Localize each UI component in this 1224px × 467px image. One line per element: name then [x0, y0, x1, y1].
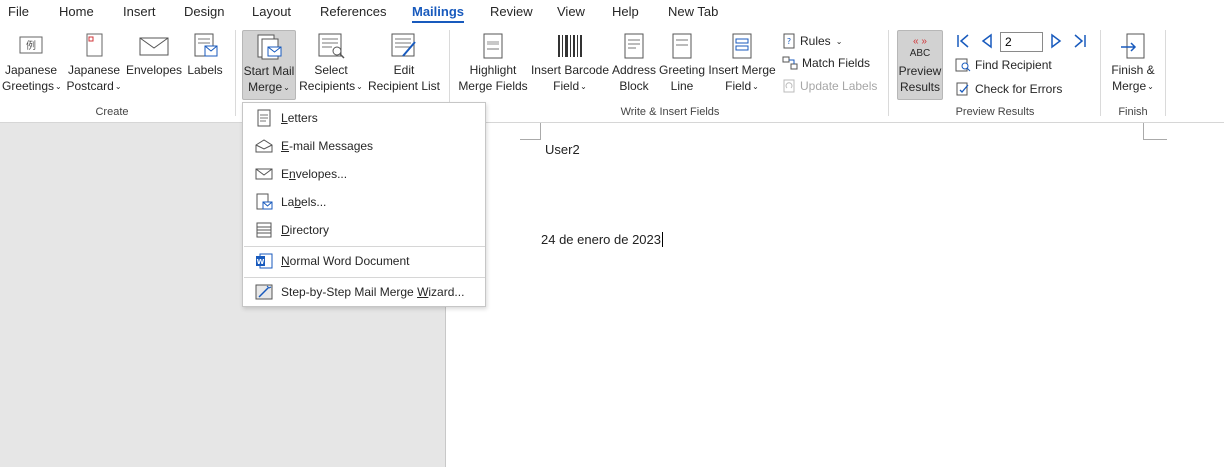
match-fields-icon: [782, 56, 798, 70]
directory-icon: [256, 222, 272, 238]
menu-item-mail-merge-wizard[interactable]: Step-by-Step Mail Merge Wizard...: [243, 279, 485, 305]
group-label-finish: Finish: [1118, 106, 1148, 118]
preview-abc-icon: « » ABC: [909, 36, 931, 59]
menu-item-labels[interactable]: Labels...: [243, 189, 485, 215]
menu-item-envelopes[interactable]: Envelopes...: [243, 161, 485, 187]
menu-item-directory[interactable]: Directory: [243, 217, 485, 243]
select-recipients-button[interactable]: Select Recipients⌄: [297, 32, 365, 95]
tab-layout[interactable]: Layout: [252, 4, 291, 19]
update-labels-button[interactable]: Update Labels: [782, 79, 877, 93]
tab-insert[interactable]: Insert: [123, 4, 156, 19]
rules-button[interactable]: ? Rules ⌄: [782, 33, 842, 49]
find-recipient-button[interactable]: Find Recipient: [955, 58, 1052, 72]
match-fields-button[interactable]: Match Fields: [782, 56, 870, 70]
svg-text:?: ?: [787, 37, 791, 46]
margin-mark: [520, 139, 541, 140]
tab-home[interactable]: Home: [59, 4, 94, 19]
margin-mark: [1143, 123, 1144, 139]
record-number-input[interactable]: [1000, 32, 1043, 52]
previous-record-icon[interactable]: [979, 33, 995, 49]
greeting-line-button[interactable]: Greeting Line: [658, 32, 706, 94]
check-for-errors-icon: [956, 82, 969, 96]
tab-new-tab[interactable]: New Tab: [668, 4, 718, 19]
menu-separator: [244, 277, 485, 278]
rules-icon: ?: [783, 33, 795, 49]
document-page[interactable]: User2 24 de enero de 2023: [445, 123, 1224, 467]
group-separator: [1165, 30, 1166, 116]
date-text: 24 de enero de 2023: [541, 232, 663, 247]
select-recipients-icon: [318, 33, 345, 59]
tab-file[interactable]: File: [8, 4, 29, 19]
menu-item-letters[interactable]: Letters: [243, 105, 485, 131]
edit-recipient-list-icon: [391, 33, 416, 57]
labels-icon: [256, 193, 273, 210]
wizard-icon: [255, 284, 273, 300]
tab-references[interactable]: References: [320, 4, 386, 19]
group-label-write-insert: Write & Insert Fields: [620, 106, 720, 118]
japanese-greetings-icon: 例: [19, 36, 43, 54]
japanese-postcard-button[interactable]: Japanese Postcard⌄: [64, 32, 124, 95]
envelope-icon: [139, 37, 169, 56]
menu-separator: [244, 246, 485, 247]
insert-merge-field-button[interactable]: Insert Merge Field⌄: [707, 32, 777, 95]
last-record-icon[interactable]: [1072, 33, 1088, 49]
envelopes-button[interactable]: Envelopes: [126, 32, 182, 78]
japanese-greetings-button[interactable]: 例 Japanese Greetings⌄: [2, 32, 62, 95]
tab-review[interactable]: Review: [490, 4, 533, 19]
highlight-merge-fields-icon: [483, 33, 503, 59]
find-recipient-icon: [955, 58, 971, 72]
ribbon: 例 Japanese Greetings⌄ Japanese Postcard⌄…: [0, 24, 1224, 123]
address-block-icon: [624, 33, 644, 59]
ribbon-tabs: File Home Insert Design Layout Reference…: [0, 0, 1224, 24]
group-separator: [235, 30, 236, 116]
email-icon: [255, 139, 273, 153]
menu-item-email-messages[interactable]: E-mail Messages: [243, 133, 485, 159]
start-mail-merge-icon: [257, 34, 282, 60]
highlight-merge-fields-button[interactable]: Highlight Merge Fields: [457, 32, 529, 94]
group-label-preview-results: Preview Results: [955, 106, 1035, 118]
preview-results-button[interactable]: « » ABC Preview Results: [897, 30, 943, 100]
tab-design[interactable]: Design: [184, 4, 224, 19]
tab-mailings[interactable]: Mailings: [412, 4, 465, 23]
letter-icon: [257, 109, 271, 127]
address-block-button[interactable]: Address Block: [611, 32, 657, 94]
start-mail-merge-menu: Letters E-mail Messages Envelopes... Lab…: [242, 102, 486, 307]
first-record-icon[interactable]: [955, 33, 971, 49]
text-cursor: [662, 232, 663, 247]
recipient-name-text: User2: [545, 142, 580, 157]
menu-item-normal-word-document[interactable]: W Normal Word Document: [243, 248, 485, 274]
barcode-icon: [558, 35, 582, 57]
edit-recipient-list-button[interactable]: Edit Recipient List: [367, 32, 441, 94]
envelope-icon: [255, 168, 273, 180]
insert-merge-field-icon: [732, 33, 752, 59]
svg-text:例: 例: [26, 39, 36, 52]
group-label-create: Create: [95, 106, 129, 118]
next-record-icon[interactable]: [1048, 33, 1064, 49]
group-separator: [1100, 30, 1101, 116]
labels-button[interactable]: Labels: [185, 32, 225, 78]
margin-mark: [540, 123, 541, 139]
postcard-icon: [86, 33, 103, 57]
group-separator: [888, 30, 889, 116]
greeting-line-icon: [672, 33, 692, 59]
finish-merge-button[interactable]: Finish & Merge⌄: [1106, 32, 1160, 95]
start-mail-merge-button[interactable]: Start Mail Merge⌄: [242, 30, 296, 100]
update-labels-icon: [783, 79, 795, 93]
tab-view[interactable]: View: [557, 4, 585, 19]
svg-text:W: W: [257, 258, 265, 266]
labels-icon: [194, 33, 218, 57]
tab-help[interactable]: Help: [612, 4, 639, 19]
word-icon: W: [256, 253, 273, 269]
check-for-errors-button[interactable]: Check for Errors: [955, 82, 1062, 96]
insert-barcode-field-button[interactable]: Insert Barcode Field⌄: [530, 32, 610, 95]
finish-merge-icon: [1121, 33, 1145, 59]
margin-mark: [1143, 139, 1167, 140]
